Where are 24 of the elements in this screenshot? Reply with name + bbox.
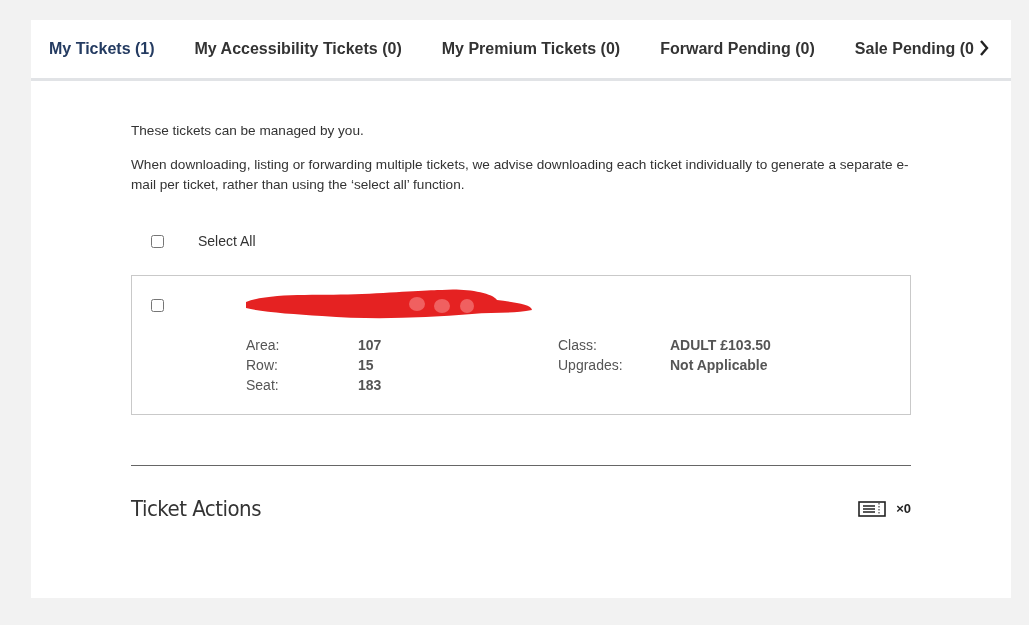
chevron-right-icon[interactable] (979, 40, 989, 56)
field-label: Area: (246, 336, 281, 354)
field-label: Row: (246, 356, 279, 374)
checkbox[interactable] (151, 298, 164, 312)
field-label: Seat: (246, 376, 280, 394)
field-label: Upgrades: (558, 356, 624, 374)
ticket-count: ×0 (896, 501, 911, 516)
field-value: 107 (358, 336, 383, 354)
select-all-label: Select All (198, 233, 256, 249)
advice-text: When downloading, listing or forwarding multiple tickets, we advise downloading each ticket individually to generate a separate e-mail per ticket, rather than using the ‘select all’ function. (131, 156, 910, 194)
tab[interactable]: Forward Pending (0) (640, 20, 835, 78)
tab[interactable]: My Premium Tickets (0) (421, 20, 641, 78)
section-title: Ticket Actions (131, 496, 261, 521)
field-value: ADULT £103.50 (670, 336, 771, 354)
tab[interactable]: My Tickets (1) (31, 20, 175, 78)
tab[interactable]: My Accessibility Tickets (0) (174, 20, 422, 78)
ticket-icon (858, 500, 887, 517)
field-label: Class: (558, 336, 598, 354)
intro-text: These tickets can be managed by you. (131, 122, 365, 140)
field-value: Not Applicable (670, 356, 769, 374)
checkbox[interactable] (151, 234, 164, 248)
field-value: 15 (358, 356, 375, 374)
tab[interactable]: Sale Pending (0 (834, 20, 994, 78)
field-value: 183 (358, 376, 383, 394)
